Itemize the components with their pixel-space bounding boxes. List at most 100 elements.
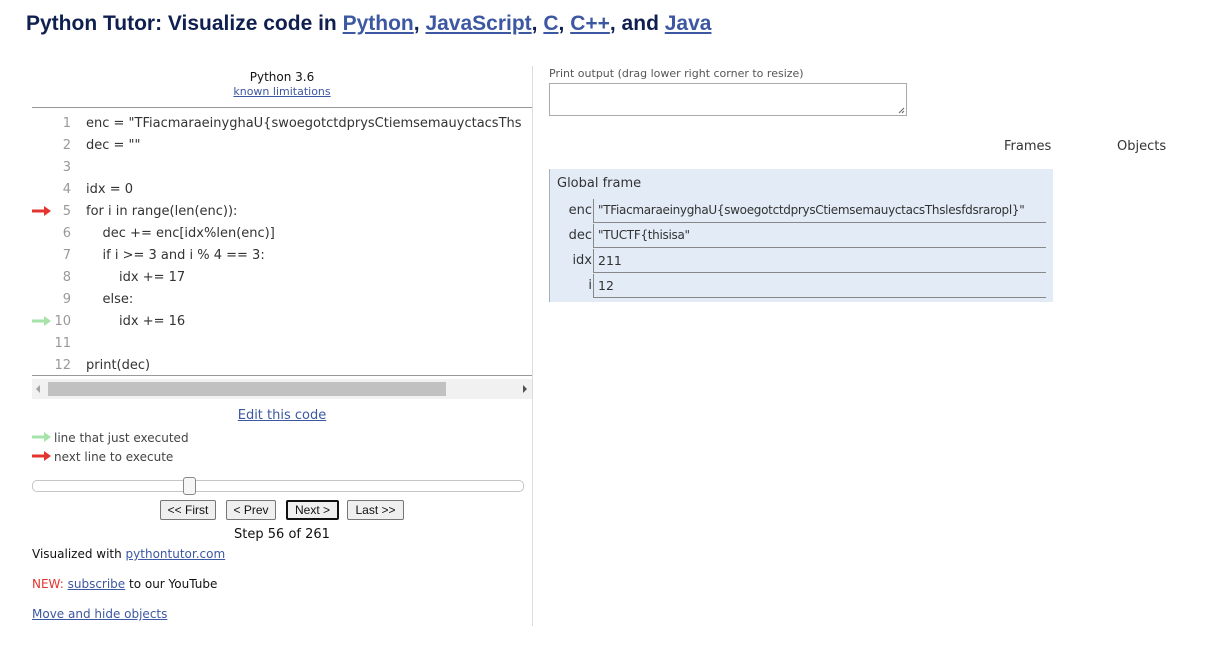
news-line: NEW: subscribe to our YouTube [32,577,217,591]
executed-line-arrow-icon [32,316,51,326]
line-gutter[interactable]: 11 [32,332,82,354]
line-number: 5 [62,204,71,219]
global-frame: Global frame enc "TFiacmaraeinyghaU{swoeg… [549,169,1053,302]
variable-row: i 12 [550,274,1054,298]
line-code: print(dec) [86,358,151,373]
line-number: 4 [62,182,71,197]
line-gutter[interactable]: 6 [32,222,82,244]
code-horizontal-scrollbar[interactable] [32,379,532,399]
step-slider-handle[interactable] [183,477,196,495]
new-label: NEW: [32,577,64,591]
variable-name: idx [572,253,592,268]
lang-link-java[interactable]: Java [665,12,712,35]
line-number: 8 [62,270,71,285]
lang-link-python[interactable]: Python [343,12,414,35]
variable-row: enc "TFiacmaraeinyghaU{swoegotctdprysCtie… [550,199,1054,223]
last-button[interactable]: Last >> [347,500,404,520]
title-prefix: Python Tutor: Visualize code in [26,12,343,35]
variable-name: enc [568,203,592,218]
code-bottom-divider [32,375,532,376]
code-line: 5 for i in range(len(enc)): [32,200,532,222]
print-output-box[interactable] [549,83,907,116]
line-gutter[interactable]: 1 [32,112,82,134]
step-slider[interactable] [32,477,524,495]
variable-value: "TFiacmaraeinyghaU{swoegotctdprysCtiemse… [593,199,1046,223]
code-line: 10 idx += 16 [32,310,532,332]
line-code: idx += 16 [86,314,186,329]
line-gutter[interactable]: 4 [32,178,82,200]
title-separator: , and [609,12,665,35]
red-arrow-icon [32,451,51,461]
legend-just-executed-label: line that just executed [54,431,189,445]
line-number: 11 [54,336,71,351]
line-code: idx += 17 [86,270,186,285]
known-limitations-link-wrap: known limitations [31,85,533,98]
code-line: 4 idx = 0 [32,178,532,200]
title-separator: , [531,12,544,35]
code-line: 3 [32,156,532,178]
line-gutter[interactable]: 8 [32,266,82,288]
line-gutter[interactable]: 12 [32,354,82,376]
edit-code-link[interactable]: Edit this code [238,408,327,423]
subscribe-link[interactable]: subscribe [68,577,126,591]
line-code: enc = "TFiacmaraeinyghaU{swoegotctdprysC… [86,116,522,131]
code-line: 7 if i >= 3 and i % 4 == 3: [32,244,532,266]
title-separator: , [558,12,571,35]
pythontutor-link[interactable]: pythontutor.com [126,547,226,561]
objects-header: Objects [1117,139,1167,154]
line-number: 2 [62,138,71,153]
code-line: 8 idx += 17 [32,266,532,288]
prev-button[interactable]: < Prev [226,500,276,520]
lang-link-cpp[interactable]: C++ [570,12,610,35]
title-separator: , [413,12,426,35]
line-number: 1 [62,116,71,131]
lang-link-c[interactable]: C [543,12,558,35]
code-line: 1 enc = "TFiacmaraeinyghaU{swoegotctdprys… [32,112,532,134]
language-label: Python 3.6 [249,70,315,84]
move-hide-link-wrap: Move and hide objects [32,607,167,621]
line-gutter[interactable]: 5 [32,200,82,222]
code-display: 1 enc = "TFiacmaraeinyghaU{swoegotctdprys… [32,112,532,376]
legend-next-line-label: next line to execute [54,450,174,464]
variable-value: 211 [593,249,1046,273]
line-code: dec = "" [86,138,141,153]
edit-code-link-wrap: Edit this code [31,408,533,423]
visualized-with: Visualized with pythontutor.com [32,547,225,561]
variable-value: 12 [593,274,1046,298]
light-green-arrow-icon [32,432,51,442]
line-number: 12 [54,358,71,373]
next-button[interactable]: Next > [286,500,339,520]
line-number: 7 [62,248,71,263]
lang-link-javascript[interactable]: JavaScript [425,12,531,35]
line-gutter[interactable]: 3 [32,156,82,178]
subscribe-suffix: to our YouTube [125,577,218,591]
step-counter: Step 56 of 261 [234,527,330,542]
variable-name: dec [568,228,592,243]
first-button[interactable]: << First [160,500,216,520]
scroll-left-arrow-icon[interactable] [36,385,40,393]
move-hide-objects-link[interactable]: Move and hide objects [32,607,167,621]
frame-title: Global frame [557,176,642,191]
line-number: 6 [62,226,71,241]
known-limitations-link[interactable]: known limitations [233,85,330,98]
line-code: for i in range(len(enc)): [86,204,238,219]
line-gutter[interactable]: 9 [32,288,82,310]
scroll-right-arrow-icon[interactable] [523,385,527,393]
code-pane: Python 3.6 known limitations 1 enc = "TFi… [31,66,533,626]
code-line: 2 dec = "" [32,134,532,156]
line-gutter[interactable]: 2 [32,134,82,156]
variable-row: idx 211 [550,249,1054,273]
line-gutter[interactable]: 7 [32,244,82,266]
code-line: 9 else: [32,288,532,310]
line-number: 9 [62,292,71,307]
line-number: 3 [62,160,71,175]
line-gutter[interactable]: 10 [32,310,82,332]
resize-grip-icon[interactable] [898,107,905,114]
variable-name: i [588,278,592,293]
line-code: idx = 0 [86,182,133,197]
line-code: else: [86,292,134,307]
frames-header: Frames [1004,139,1052,154]
page-title: Python Tutor: Visualize code in Python , … [26,12,711,36]
scrollbar-thumb[interactable] [48,382,446,396]
code-top-divider [32,107,532,108]
